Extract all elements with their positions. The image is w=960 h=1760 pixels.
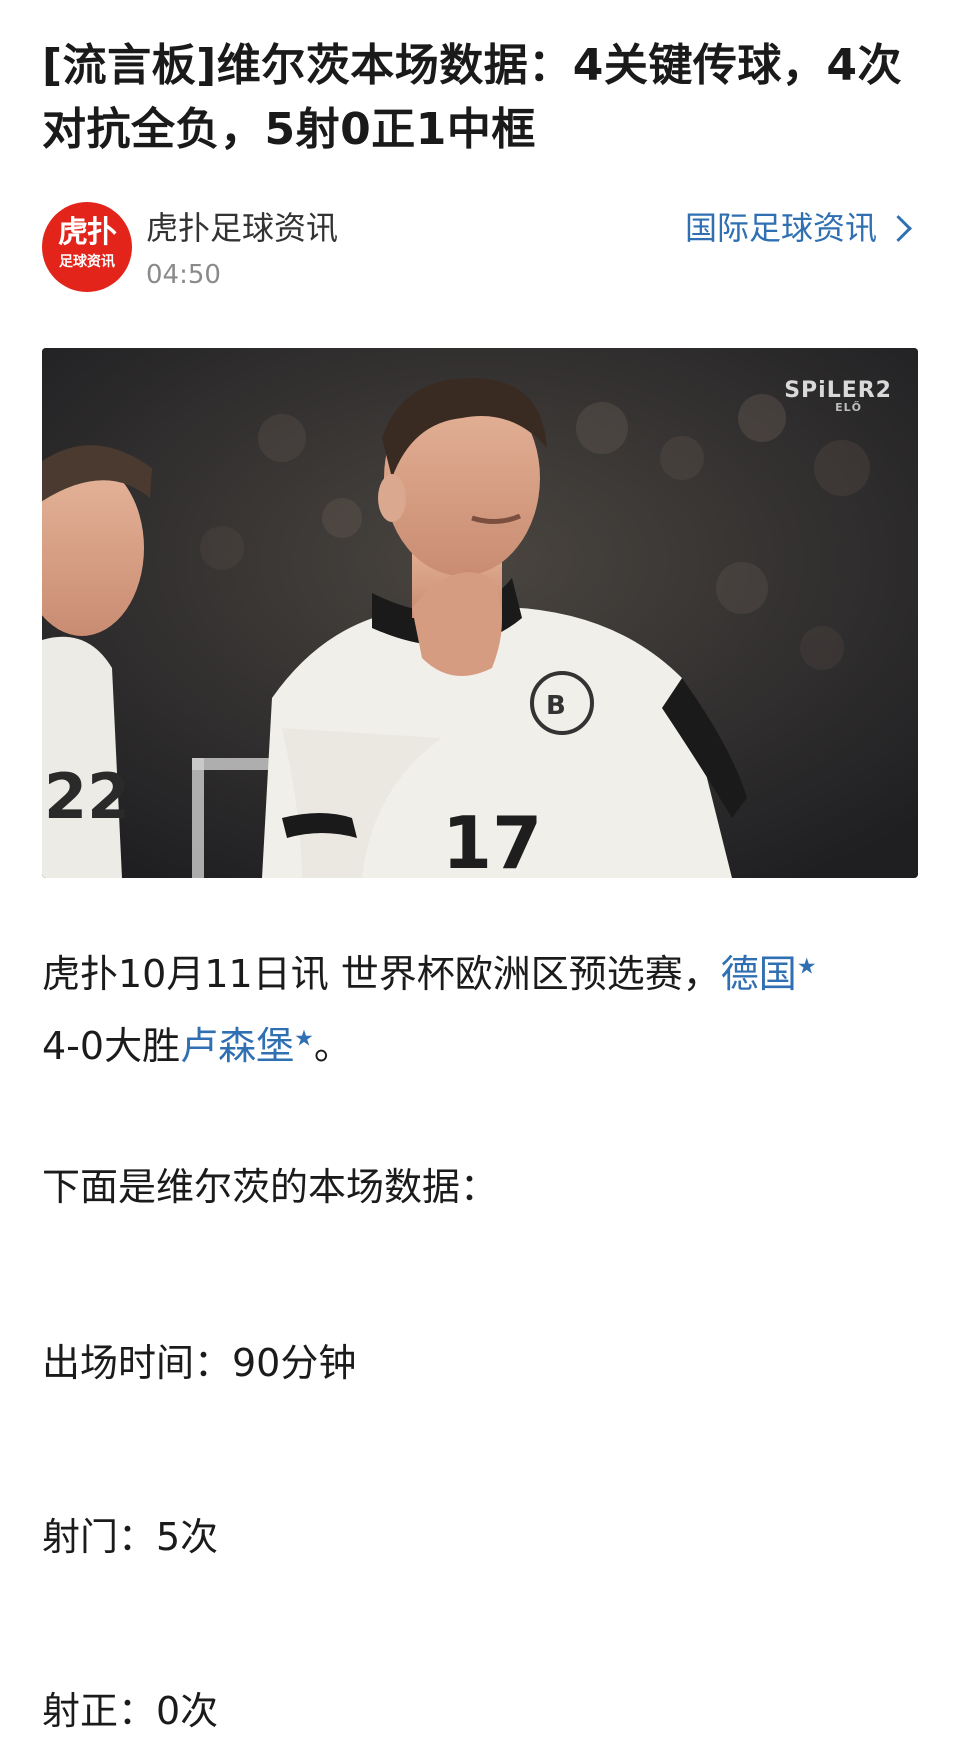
- publish-time: 04:50: [146, 260, 221, 290]
- score-text: 4-0大胜: [42, 1024, 181, 1068]
- source-avatar[interactable]: 虎扑 足球资讯: [42, 202, 132, 292]
- watermark-text: SPiLER2: [784, 378, 892, 403]
- star-icon: ★: [796, 954, 817, 980]
- svg-text:B: B: [546, 691, 566, 721]
- source-name[interactable]: 虎扑足球资讯: [146, 208, 338, 248]
- logo-text: 虎扑: [58, 215, 117, 250]
- article-title: [流言板]维尔茨本场数据：4关键传球，4次对抗全负，5射0正1中框: [42, 40, 902, 155]
- category-link[interactable]: 国际足球资讯: [685, 208, 914, 248]
- logo-subtext: 足球资讯: [59, 254, 115, 270]
- chevron-right-icon: [885, 214, 912, 242]
- tv-watermark: SPiLER2 ELŐ: [784, 378, 892, 414]
- lead-prefix: 虎扑10月11日讯 世界杯欧洲区预选赛，: [42, 952, 721, 996]
- category-link-label: 国际足球资讯: [684, 209, 877, 247]
- star-icon: ★: [294, 1026, 314, 1052]
- player-photo-illustration: 22 B 17: [42, 348, 918, 878]
- stat-line: 射门：5次: [42, 1515, 219, 1559]
- lead-suffix: 。: [313, 1024, 352, 1068]
- article-page: [流言板]维尔茨本场数据：4关键传球，4次对抗全负，5射0正1中框 虎扑 足球资…: [0, 0, 960, 1760]
- source-row: 虎扑 足球资讯 虎扑足球资讯 04:50 国际足球资讯: [42, 202, 918, 312]
- stats-intro: 下面是维尔茨的本场数据：: [42, 1165, 499, 1209]
- lead-paragraph: 虎扑10月11日讯 世界杯欧洲区预选赛，德国★ 4-0大胜卢森堡★。: [42, 938, 918, 1082]
- team-link-luxembourg[interactable]: 卢森堡★: [180, 1024, 314, 1068]
- stat-line: 出场时间：90分钟: [42, 1341, 357, 1385]
- team1-label: 德国: [720, 952, 797, 996]
- team2-label: 卢森堡: [180, 1024, 295, 1068]
- stat-line: 射正：0次: [42, 1689, 219, 1733]
- article-photo[interactable]: 22 B 17 SPiLER2 ELŐ: [42, 348, 918, 878]
- svg-text:22: 22: [44, 760, 130, 833]
- team-link-germany[interactable]: 德国★: [721, 952, 817, 996]
- jersey-number: 17: [442, 801, 542, 878]
